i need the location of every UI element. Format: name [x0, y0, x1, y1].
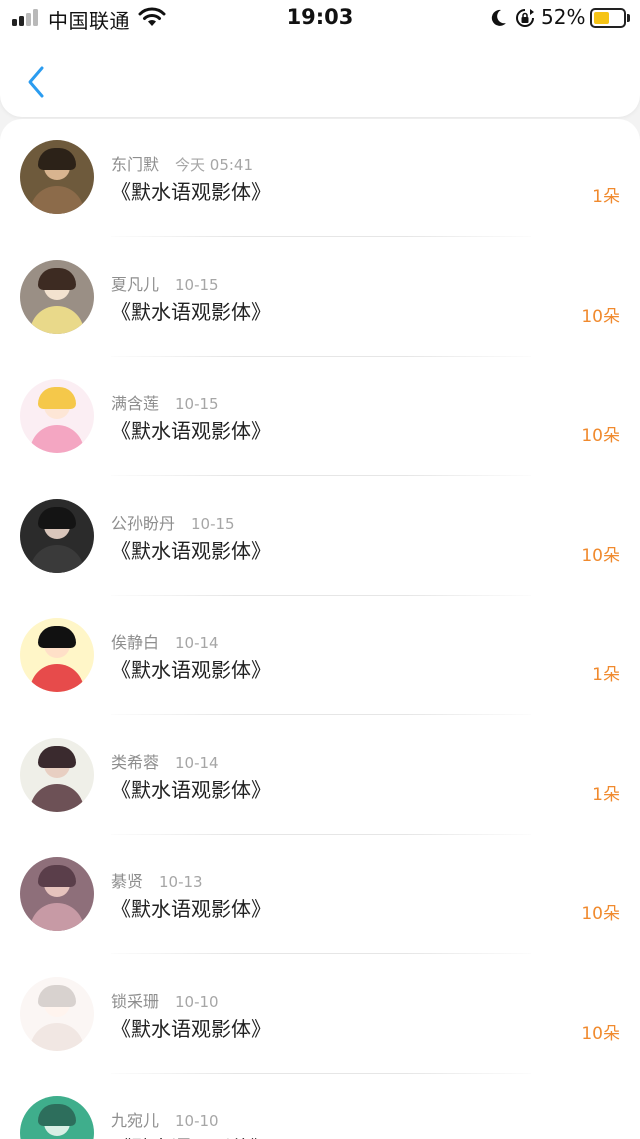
- user-name[interactable]: 俟静白: [111, 633, 159, 652]
- moon-icon: [490, 7, 508, 34]
- user-name[interactable]: 綦贤: [111, 872, 143, 891]
- user-name[interactable]: 夏凡儿: [111, 275, 159, 294]
- divider: [111, 1072, 531, 1074]
- user-name[interactable]: 锁采珊: [111, 992, 159, 1011]
- book-title[interactable]: 《默水语观影体》: [111, 1013, 271, 1042]
- book-title[interactable]: 《默水语观影体》: [111, 893, 271, 922]
- entry-date: 10-10: [175, 1112, 219, 1130]
- gift-list: 东门默 今天 05:41 《默水语观影体》 1朵 夏凡儿 10-15 《默水语观影体》 10朵…: [0, 119, 640, 1139]
- flower-count: 10朵: [581, 545, 620, 566]
- flower-count: 1朵: [592, 187, 620, 207]
- list-item[interactable]: 夏凡儿 10-15 《默水语观影体》 10朵: [0, 239, 640, 358]
- entry-meta: 公孙盼丹 10-15: [111, 510, 235, 534]
- entry-meta: 俟静白 10-14: [111, 629, 219, 653]
- entry-date: 10-13: [159, 873, 203, 891]
- book-title[interactable]: 《默水语观影体》: [111, 176, 271, 205]
- book-title[interactable]: 《默水语观影体》: [111, 296, 271, 325]
- entry-date: 10-15: [191, 514, 235, 533]
- divider: [111, 236, 531, 237]
- entry-meta: 九宛儿 10-10: [111, 1107, 219, 1131]
- book-title[interactable]: 《默水语观影体》: [111, 774, 271, 803]
- entry-meta: 东门默 今天 05:41: [111, 151, 253, 175]
- avatar[interactable]: [20, 140, 94, 214]
- user-name[interactable]: 公孙盼丹: [111, 514, 175, 533]
- flower-count: 10朵: [581, 306, 620, 327]
- entry-meta: 满含莲 10-15: [111, 390, 219, 414]
- book-title[interactable]: 《默水语观影体》: [111, 415, 271, 444]
- flower-count: 10朵: [581, 904, 620, 924]
- avatar[interactable]: [20, 379, 94, 453]
- book-title[interactable]: 《默水语观影体》: [111, 1132, 271, 1139]
- entry-meta: 夏凡儿 10-15: [111, 271, 219, 295]
- flower-count: 10朵: [581, 1023, 620, 1044]
- avatar[interactable]: [20, 976, 94, 1051]
- entry-meta: 锁采珊 10-10: [111, 988, 219, 1012]
- list-item[interactable]: 俟静白 10-14 《默水语观影体》 1朵: [0, 597, 640, 716]
- avatar[interactable]: [20, 259, 94, 334]
- list-item[interactable]: 满含莲 10-15 《默水语观影体》 10朵: [0, 358, 640, 477]
- book-title[interactable]: 《默水语观影体》: [111, 535, 271, 564]
- avatar[interactable]: [20, 498, 94, 573]
- list-item[interactable]: 九宛儿 10-10 《默水语观影体》: [0, 1075, 640, 1139]
- battery-icon: [590, 8, 630, 28]
- divider: [111, 833, 531, 835]
- entry-date: 10-15: [175, 395, 219, 413]
- user-name[interactable]: 九宛儿: [111, 1111, 159, 1130]
- user-name[interactable]: 东门默: [111, 155, 159, 174]
- battery-percent: 52%: [541, 5, 586, 29]
- back-button[interactable]: [18, 60, 54, 104]
- list-item[interactable]: 綦贤 10-13 《默水语观影体》 10朵: [0, 836, 640, 955]
- entry-meta: 綦贤 10-13: [111, 868, 203, 892]
- book-title[interactable]: 《默水语观影体》: [111, 654, 271, 683]
- divider: [111, 953, 531, 954]
- top-bar: 中国联通 19:03 52%: [0, 0, 640, 117]
- avatar[interactable]: [20, 618, 94, 692]
- status-bar: 中国联通 19:03 52%: [0, 0, 640, 36]
- entry-date: 10-14: [175, 753, 219, 772]
- rotation-lock-icon: [514, 7, 536, 34]
- avatar[interactable]: [20, 857, 94, 931]
- entry-date: 10-15: [175, 275, 219, 294]
- flower-count: 1朵: [592, 784, 620, 805]
- divider: [111, 355, 531, 357]
- entry-meta: 类希蓉 10-14: [111, 749, 219, 773]
- avatar[interactable]: [20, 1096, 94, 1139]
- list-item[interactable]: 公孙盼丹 10-15 《默水语观影体》 10朵: [0, 478, 640, 597]
- list-item[interactable]: 东门默 今天 05:41 《默水语观影体》 1朵: [0, 119, 640, 238]
- user-name[interactable]: 满含莲: [111, 394, 159, 413]
- user-name[interactable]: 类希蓉: [111, 753, 159, 772]
- divider: [111, 714, 531, 715]
- entry-date: 10-10: [175, 992, 219, 1011]
- entry-date: 10-14: [175, 634, 219, 652]
- entry-date: 今天 05:41: [175, 156, 254, 174]
- divider: [111, 594, 531, 596]
- list-item[interactable]: 类希蓉 10-14 《默水语观影体》 1朵: [0, 717, 640, 836]
- divider: [111, 475, 531, 476]
- flower-count: 10朵: [581, 426, 620, 446]
- avatar[interactable]: [20, 737, 94, 812]
- chevron-left-icon: [28, 66, 44, 98]
- flower-count: 1朵: [592, 665, 620, 685]
- list-item[interactable]: 锁采珊 10-10 《默水语观影体》 10朵: [0, 956, 640, 1075]
